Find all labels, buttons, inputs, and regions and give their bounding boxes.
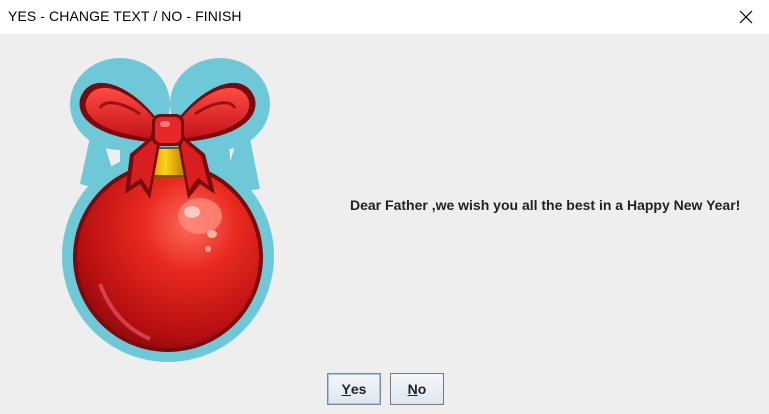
no-mnemonic: N — [407, 381, 418, 397]
close-button[interactable] — [723, 0, 769, 34]
title-bar[interactable]: YES - CHANGE TEXT / NO - FINISH — [0, 0, 769, 34]
christmas-ornament-image — [62, 58, 274, 362]
greeting-message: Dear Father ,we wish you all the best in… — [350, 197, 741, 213]
dialog-window: YES - CHANGE TEXT / NO - FINISH Dear Fat… — [0, 0, 769, 414]
yes-label-rest: es — [350, 381, 367, 397]
dialog-content: Dear Father ,we wish you all the best in… — [0, 34, 769, 414]
close-icon — [739, 10, 753, 24]
no-button[interactable]: No — [390, 373, 444, 405]
yes-mnemonic: Y — [341, 381, 351, 397]
no-label-rest: o — [417, 381, 427, 397]
window-title: YES - CHANGE TEXT / NO - FINISH — [8, 8, 242, 24]
yes-button[interactable]: Yes — [327, 373, 381, 405]
